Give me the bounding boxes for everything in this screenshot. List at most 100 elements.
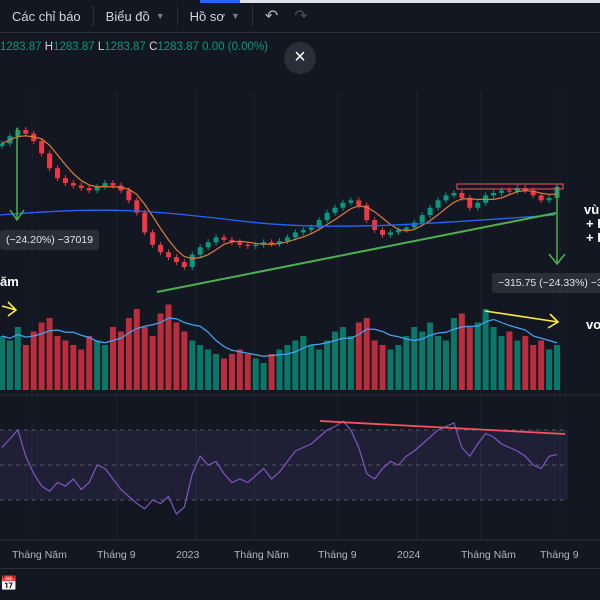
time-tick: Tháng 9 bbox=[540, 549, 579, 561]
volume-bar bbox=[22, 345, 29, 390]
volume-bar bbox=[339, 327, 346, 390]
candle-body bbox=[110, 183, 116, 186]
candle-body bbox=[55, 168, 60, 179]
volume-bar bbox=[173, 322, 180, 390]
volume-bar bbox=[62, 340, 69, 390]
candle-body bbox=[70, 183, 76, 186]
note-text: + I bbox=[586, 216, 600, 231]
volume-bar bbox=[554, 345, 560, 390]
candle-body bbox=[491, 192, 497, 196]
volume-bar bbox=[244, 354, 251, 390]
volume-bar bbox=[181, 331, 188, 390]
volume-bar bbox=[466, 327, 473, 390]
candle-body bbox=[388, 232, 393, 235]
candle-body bbox=[47, 153, 53, 169]
yellow-arrow bbox=[484, 310, 560, 329]
volume-bar bbox=[157, 313, 164, 390]
candle-body bbox=[189, 254, 195, 267]
volume-bar bbox=[268, 354, 275, 390]
measure-label-right: −315.75 (−24.33%) −31 bbox=[492, 273, 600, 293]
volume-bar bbox=[30, 331, 37, 390]
note-text: + I bbox=[586, 230, 600, 245]
volume-bar bbox=[70, 345, 77, 390]
volume-bar bbox=[443, 340, 449, 390]
candle-body bbox=[213, 237, 219, 243]
time-tick: 2024 bbox=[397, 549, 421, 561]
volume-bar bbox=[110, 327, 116, 390]
candle-body bbox=[23, 129, 29, 134]
volume-bar bbox=[165, 304, 172, 390]
candle-body bbox=[62, 178, 68, 184]
candle-body bbox=[443, 195, 449, 201]
volume-bar bbox=[14, 327, 21, 390]
volume-bar bbox=[149, 336, 156, 390]
candle-body bbox=[324, 212, 330, 221]
volume-bar bbox=[102, 345, 109, 390]
candle-body bbox=[292, 232, 298, 238]
candle-body bbox=[205, 242, 211, 248]
calendar-icon[interactable]: 📅 bbox=[0, 575, 17, 592]
candle-body bbox=[332, 207, 338, 213]
volume-bar bbox=[189, 340, 196, 390]
note-text: ăm bbox=[0, 274, 19, 289]
note-text: vù bbox=[584, 202, 600, 217]
volume-bar bbox=[94, 340, 101, 390]
time-tick: Tháng Năm bbox=[234, 549, 289, 561]
candle-body bbox=[419, 215, 425, 223]
candle-body bbox=[166, 252, 171, 258]
close-button[interactable]: × bbox=[284, 42, 316, 74]
volume-bar bbox=[6, 340, 13, 390]
candle-body bbox=[475, 202, 481, 208]
volume-bar bbox=[411, 327, 418, 390]
volume-bar bbox=[252, 358, 259, 390]
candle-body bbox=[300, 229, 306, 233]
bottom-bar: 📅 bbox=[0, 568, 600, 600]
candle-body bbox=[499, 190, 504, 193]
volume-bar bbox=[474, 322, 481, 390]
time-tick: Tháng 9 bbox=[318, 549, 357, 561]
candle-body bbox=[142, 212, 148, 233]
candle-body bbox=[459, 192, 465, 198]
volume-bar bbox=[506, 331, 513, 390]
candle-body bbox=[403, 227, 409, 230]
volume-bar bbox=[133, 309, 140, 390]
time-tick: Tháng 9 bbox=[97, 549, 136, 561]
volume-bar bbox=[347, 336, 354, 390]
volume-bar bbox=[435, 336, 442, 390]
volume-bar bbox=[228, 354, 235, 390]
volume-bar bbox=[284, 345, 291, 390]
candle-body bbox=[253, 244, 259, 247]
volume-bar bbox=[141, 327, 148, 390]
candle-body bbox=[269, 242, 275, 244]
volume-bar bbox=[538, 340, 545, 390]
candle-body bbox=[451, 192, 457, 196]
volume-bar bbox=[403, 336, 410, 390]
volume-bar bbox=[387, 349, 394, 390]
volume-bar bbox=[205, 349, 212, 390]
volume-bar bbox=[292, 340, 299, 390]
candle-body bbox=[427, 207, 433, 216]
volume-bar bbox=[379, 345, 386, 390]
volume-bar bbox=[0, 336, 5, 390]
candle-body bbox=[197, 247, 203, 255]
yellow-arrow bbox=[1, 301, 18, 317]
candle-body bbox=[284, 237, 290, 242]
candle-body bbox=[150, 232, 156, 245]
time-tick: 2023 bbox=[176, 549, 200, 561]
candle-body bbox=[546, 197, 552, 201]
volume-bar bbox=[522, 336, 529, 390]
volume-bar bbox=[316, 349, 323, 390]
candle-body bbox=[435, 200, 441, 208]
candle-body bbox=[15, 129, 21, 137]
note-text: vo bbox=[586, 317, 600, 332]
candle-body bbox=[380, 229, 386, 235]
volume-bar bbox=[276, 349, 283, 390]
volume-bar bbox=[427, 322, 434, 390]
candle-body bbox=[348, 200, 354, 203]
candle-body bbox=[538, 195, 544, 201]
candle-body bbox=[340, 202, 346, 208]
volume-bar bbox=[54, 336, 61, 390]
candle-body bbox=[158, 244, 164, 253]
volume-bar bbox=[221, 358, 227, 390]
candle-body bbox=[39, 141, 45, 154]
